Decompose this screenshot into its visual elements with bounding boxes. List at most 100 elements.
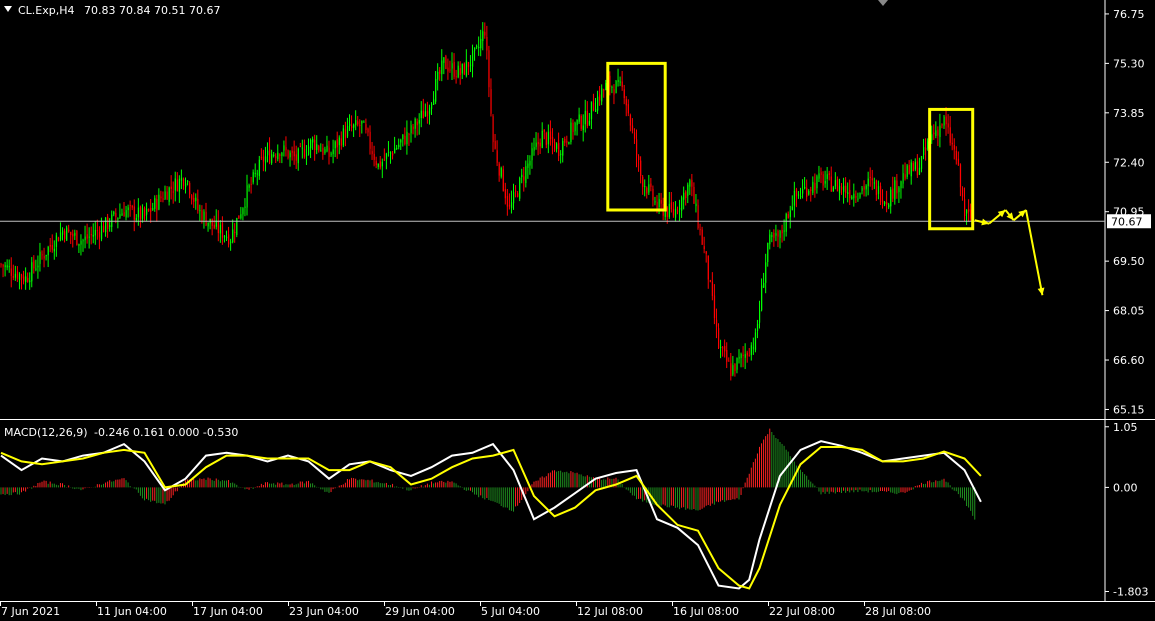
candle-body bbox=[420, 110, 422, 119]
candle-body bbox=[133, 206, 135, 220]
candle-body bbox=[412, 126, 414, 130]
candle-body bbox=[90, 234, 92, 236]
candle-body bbox=[672, 209, 675, 216]
candle-body bbox=[203, 211, 205, 220]
candle-body bbox=[568, 142, 570, 145]
candle-body bbox=[765, 262, 767, 283]
candle-body bbox=[228, 234, 230, 245]
candle-body bbox=[941, 123, 943, 126]
candle-body bbox=[609, 75, 611, 88]
candle-body bbox=[115, 213, 117, 218]
candle-body bbox=[906, 165, 908, 177]
candle-body bbox=[521, 174, 523, 178]
ohlc-values: 70.83 70.84 70.51 70.67 bbox=[84, 4, 220, 17]
candle-body bbox=[70, 231, 72, 235]
candle-body bbox=[603, 89, 605, 91]
candle-body bbox=[738, 356, 740, 359]
candle-body bbox=[615, 81, 617, 94]
candle-body bbox=[701, 229, 703, 245]
candle-body bbox=[636, 139, 638, 156]
candle-body bbox=[914, 161, 916, 170]
candle-body bbox=[884, 202, 886, 205]
candle-body bbox=[900, 181, 902, 189]
candle-body bbox=[804, 187, 806, 189]
candle-body bbox=[681, 197, 683, 211]
candle-body bbox=[586, 110, 588, 127]
candle-body bbox=[931, 134, 933, 141]
candle-body bbox=[818, 173, 820, 179]
candle-body bbox=[638, 156, 640, 161]
candle-body bbox=[459, 68, 461, 75]
candle-body bbox=[611, 86, 613, 88]
candle-body bbox=[703, 246, 705, 250]
candle-body bbox=[363, 121, 365, 123]
candle-body bbox=[113, 211, 115, 215]
candle-body bbox=[771, 235, 773, 237]
candle-body bbox=[920, 156, 923, 169]
candle-body bbox=[4, 265, 6, 268]
candle-body bbox=[556, 143, 558, 149]
candle-body bbox=[654, 201, 656, 203]
candle-body bbox=[66, 227, 68, 241]
candle-body bbox=[469, 64, 472, 66]
candle-body bbox=[756, 324, 759, 332]
candle-body bbox=[437, 71, 439, 80]
candle-body bbox=[691, 179, 693, 187]
time-tick-label: 16 Jul 08:00 bbox=[673, 605, 739, 618]
candle-body bbox=[361, 120, 363, 124]
candle-body bbox=[373, 153, 375, 160]
candle-body bbox=[506, 196, 509, 207]
candle-body bbox=[367, 128, 369, 133]
candle-body bbox=[256, 173, 258, 175]
candle-body bbox=[937, 129, 939, 136]
candle-body bbox=[100, 225, 103, 240]
candle-body bbox=[863, 186, 865, 190]
candle-body bbox=[793, 190, 796, 206]
candle-body bbox=[232, 229, 234, 243]
candle-body bbox=[187, 181, 189, 183]
candle-body bbox=[166, 191, 168, 200]
candle-body bbox=[12, 276, 14, 278]
candle-body bbox=[342, 128, 345, 146]
candle-body bbox=[435, 78, 437, 102]
candle-body bbox=[369, 131, 371, 149]
candle-body bbox=[295, 154, 297, 161]
candle-body bbox=[213, 224, 215, 229]
candle-body bbox=[474, 47, 476, 51]
candle-body bbox=[14, 273, 17, 278]
candle-body bbox=[633, 132, 636, 139]
macd-tick-label: -1.803 bbox=[1113, 586, 1148, 599]
candle-body bbox=[242, 208, 244, 215]
candle-body bbox=[724, 346, 726, 352]
candle-body bbox=[853, 193, 855, 199]
candle-body bbox=[707, 255, 709, 280]
candle-body bbox=[595, 108, 597, 112]
candle-body bbox=[795, 189, 798, 197]
candle-body bbox=[578, 114, 580, 122]
candle-body bbox=[597, 96, 599, 111]
candle-body bbox=[269, 149, 271, 163]
candle-body bbox=[539, 142, 541, 147]
candle-body bbox=[666, 207, 668, 217]
candle-body bbox=[525, 166, 527, 184]
candle-body bbox=[685, 191, 687, 198]
candle-body bbox=[353, 124, 355, 128]
candle-body bbox=[330, 153, 332, 155]
candle-body bbox=[588, 120, 591, 125]
candle-body bbox=[201, 210, 203, 221]
candle-body bbox=[205, 211, 207, 226]
candle-body bbox=[964, 199, 966, 216]
candle-body bbox=[953, 145, 955, 150]
candle-body bbox=[137, 207, 140, 218]
candle-body bbox=[37, 265, 39, 268]
candle-body bbox=[949, 127, 951, 143]
candle-body bbox=[715, 319, 718, 327]
candle-body bbox=[431, 103, 433, 109]
candle-body bbox=[217, 220, 219, 233]
trading-chart[interactable]: 76.7575.3073.8572.4070.9569.5068.0566.60… bbox=[0, 0, 1155, 621]
candle-body bbox=[718, 328, 720, 349]
candle-body bbox=[658, 199, 660, 208]
candle-body bbox=[824, 180, 826, 184]
candle-body bbox=[510, 202, 513, 208]
candle-body bbox=[541, 130, 543, 149]
